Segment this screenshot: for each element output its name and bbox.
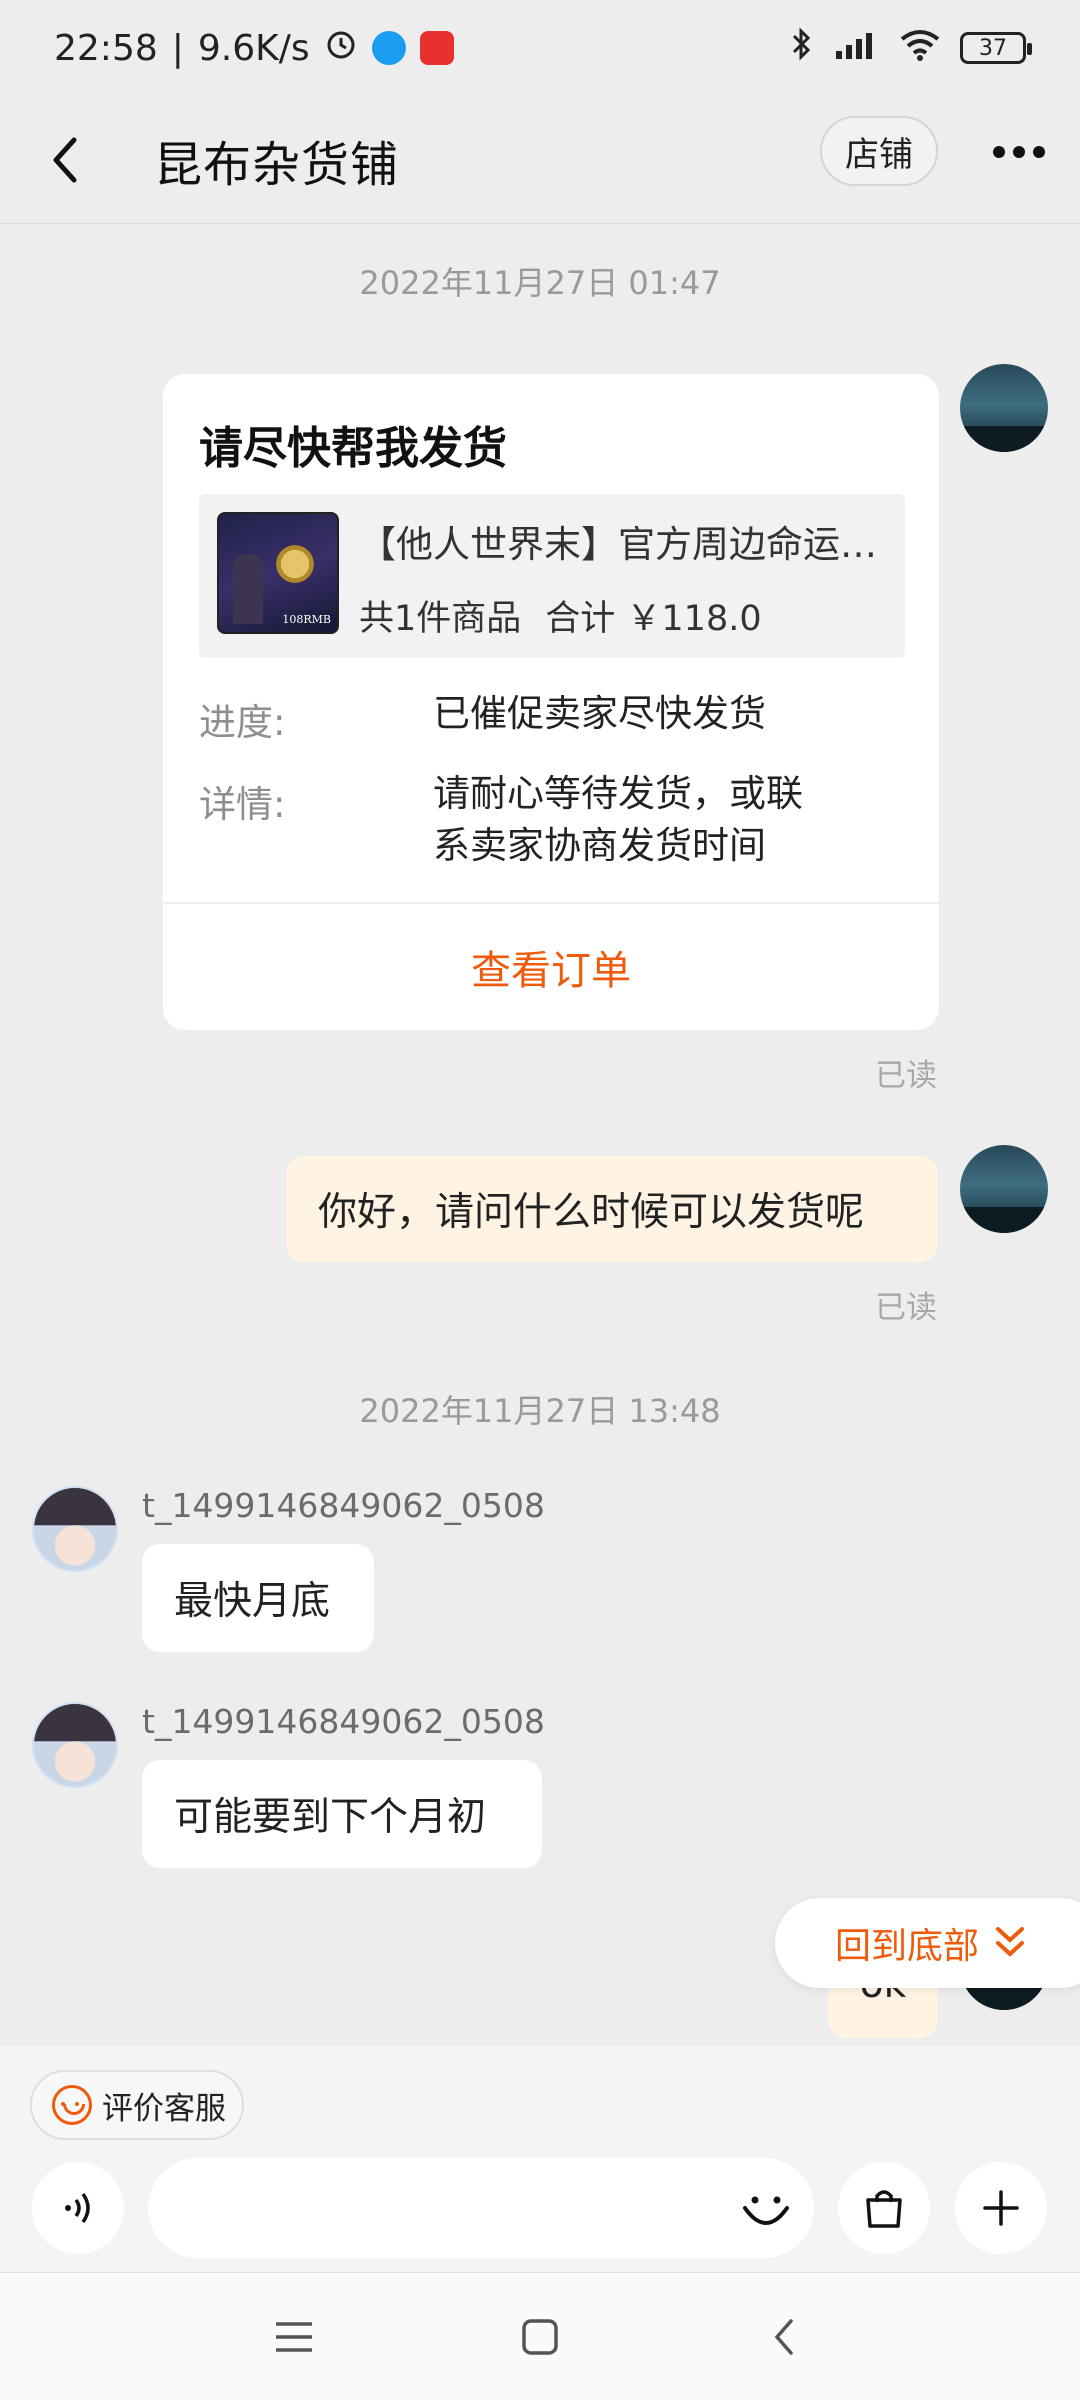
qq-icon: [371, 31, 406, 65]
detail-value: 请耐心等待发货，或联系卖家协商发货时间: [433, 772, 803, 867]
bluetooth-icon: [790, 26, 814, 71]
back-to-bottom-label: 回到底部: [835, 1926, 980, 1967]
chat-header: 昆布杂货铺 店铺: [0, 96, 1080, 224]
product-summary[interactable]: 108RMB 【他人世界末】官方周边命运纪念品 共1件商品合计 ￥118.0: [199, 494, 905, 658]
app-notification-icon: [419, 31, 454, 65]
read-receipt: 已读: [875, 1058, 937, 1094]
avatar-self[interactable]: [960, 1145, 1048, 1233]
product-name: 【他人世界末】官方周边命运纪念品: [359, 523, 889, 566]
order-total: 合计 ￥118.0: [545, 599, 762, 639]
product-thumbnail: 108RMB: [217, 512, 339, 634]
more-dots-icon: [993, 146, 1005, 158]
orders-button[interactable]: [838, 2162, 930, 2254]
avatar-seller[interactable]: [32, 1702, 118, 1788]
system-back-button[interactable]: [756, 2309, 812, 2365]
rate-service-button[interactable]: 评价客服: [30, 2070, 244, 2140]
home-square-icon: [522, 2319, 558, 2355]
battery-indicator: 37: [960, 32, 1032, 64]
message-bubble-seller[interactable]: 可能要到下个月初: [142, 1760, 542, 1868]
home-button[interactable]: [512, 2309, 568, 2365]
menu-icon: [276, 2322, 312, 2352]
smile-icon: [52, 2085, 92, 2125]
shop-button[interactable]: 店铺: [820, 116, 938, 186]
more-options-button[interactable]: [984, 122, 1054, 182]
read-receipt: 已读: [875, 1290, 937, 1326]
back-button[interactable]: [36, 130, 96, 190]
detail-label: 详情:: [199, 783, 286, 826]
message-bubble-seller[interactable]: 最快月底: [142, 1544, 374, 1652]
avatar-self[interactable]: [960, 364, 1048, 452]
progress-value: 已催促卖家尽快发货: [433, 692, 766, 735]
card-title: 请尽快帮我发货: [199, 423, 507, 474]
sender-name: t_1499146849062_0508: [142, 1486, 545, 1525]
system-navigation-bar: [0, 2272, 1080, 2400]
status-time: 22:58: [54, 27, 158, 69]
rate-service-label: 评价客服: [102, 2090, 226, 2127]
message-input[interactable]: [148, 2158, 814, 2258]
thumbnail-price: 108RMB: [282, 613, 331, 626]
back-arrow-icon: [53, 137, 77, 182]
avatar-seller[interactable]: [32, 1486, 118, 1572]
alarm-icon: [324, 27, 358, 70]
emoji-button[interactable]: [738, 2182, 794, 2238]
input-panel: 评价客服: [0, 2046, 1080, 2272]
voice-icon: [65, 2192, 90, 2224]
plus-icon: [983, 2190, 1019, 2226]
item-count: 共1件商品: [359, 599, 522, 639]
back-triangle-icon: [774, 2319, 793, 2355]
sender-name: t_1499146849062_0508: [142, 1702, 545, 1741]
signal-icon: [832, 27, 880, 70]
message-timestamp: 2022年11月27日 13:48: [359, 1392, 721, 1430]
order-reminder-card: 请尽快帮我发货 108RMB 【他人世界末】官方周边命运纪念品 共1件商品合计 …: [163, 374, 939, 1030]
message-bubble-self[interactable]: 你好，请问什么时候可以发货呢: [286, 1156, 938, 1262]
double-chevron-down-icon: [996, 1927, 1025, 1957]
shopping-bag-icon: [866, 2190, 902, 2228]
wifi-icon: [898, 27, 942, 70]
page-title: 昆布杂货铺: [154, 136, 400, 193]
menu-button[interactable]: [266, 2309, 322, 2365]
status-bar: 22:58 | 9.6K/s 37: [0, 0, 1080, 96]
more-actions-button[interactable]: [955, 2162, 1047, 2254]
voice-button[interactable]: [32, 2162, 124, 2254]
progress-label: 进度:: [199, 701, 286, 744]
back-to-bottom-button[interactable]: 回到底部: [775, 1898, 1080, 1988]
emoji-icon: [743, 2196, 789, 2225]
status-network-speed: 9.6K/s: [197, 27, 310, 69]
view-order-button[interactable]: 查看订单: [163, 904, 939, 1030]
message-timestamp: 2022年11月27日 01:47: [359, 264, 721, 302]
